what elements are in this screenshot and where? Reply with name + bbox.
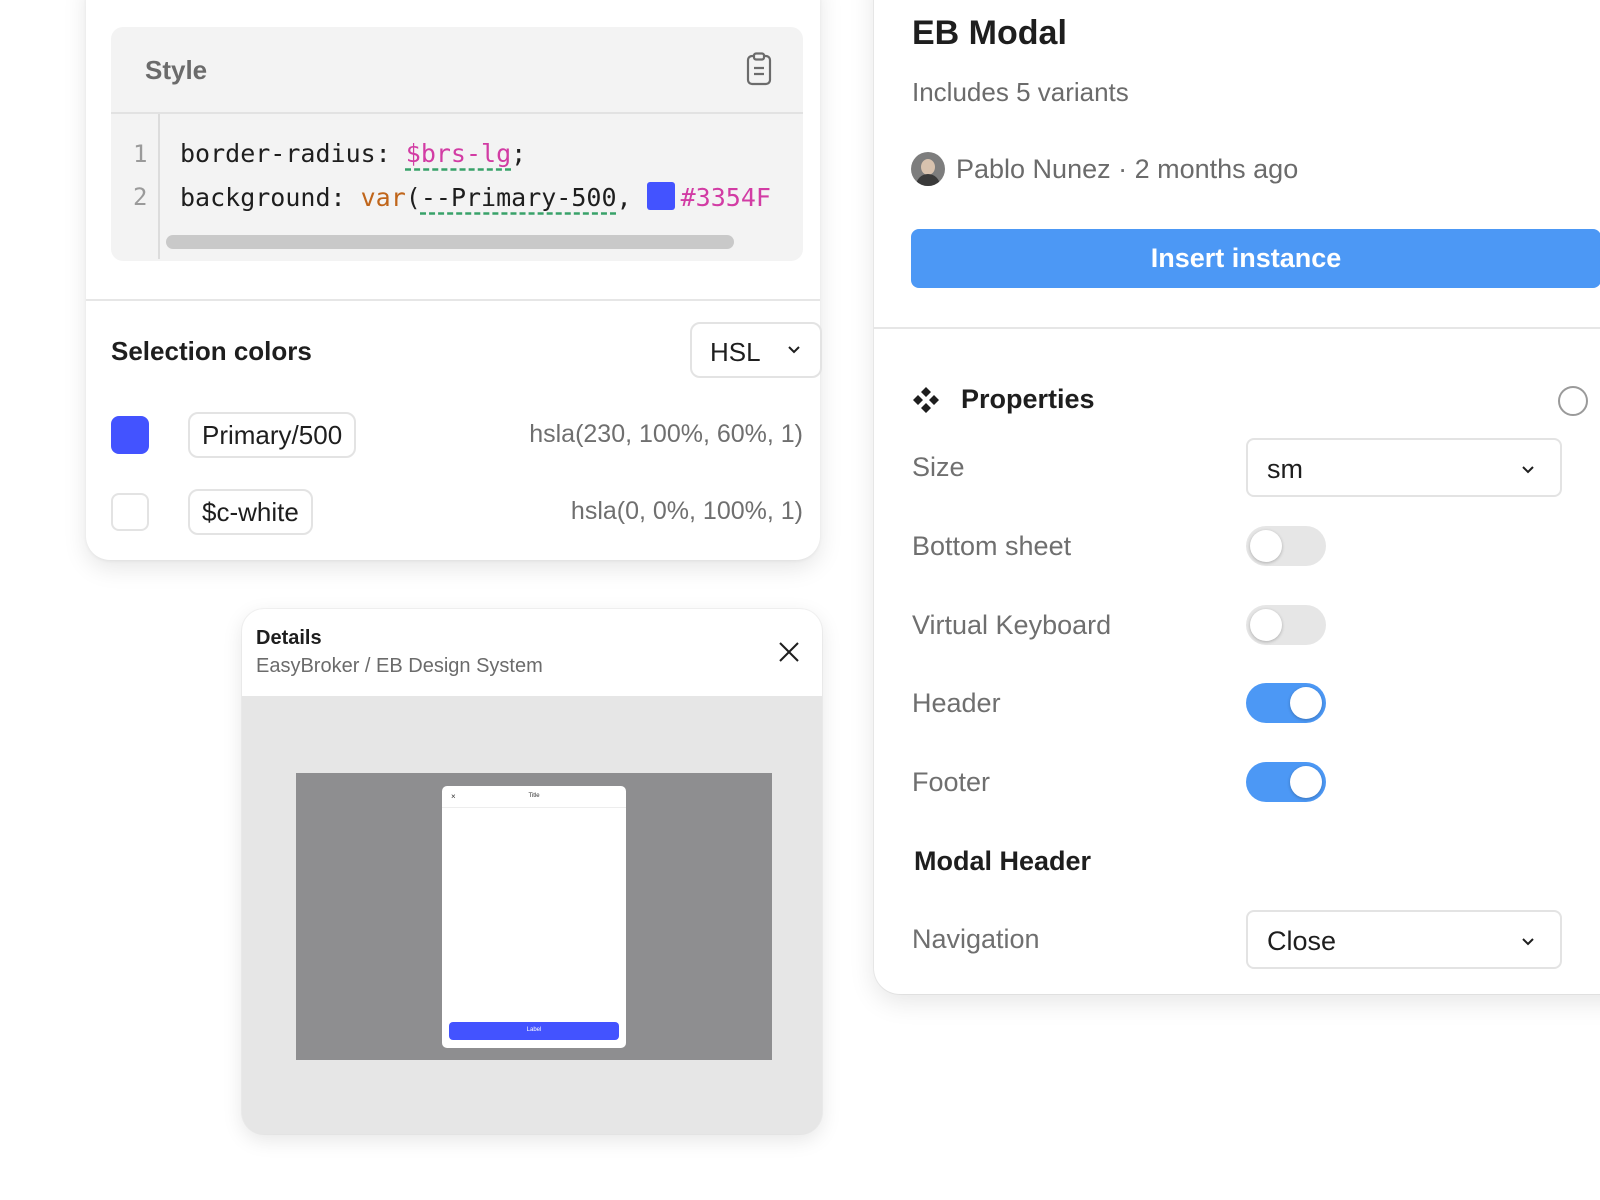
code-separator: : — [330, 183, 361, 212]
footer-toggle[interactable] — [1246, 762, 1326, 802]
preview-modal-header: × Title — [442, 786, 626, 808]
chevron-down-icon — [1522, 938, 1534, 946]
divider — [86, 299, 820, 301]
code-terminator: ; — [511, 139, 527, 168]
close-icon[interactable] — [778, 641, 800, 663]
style-header: Style — [111, 27, 803, 114]
insert-instance-button[interactable]: Insert instance — [911, 229, 1600, 288]
clipboard-icon[interactable] — [746, 52, 772, 86]
preview-modal-button: Label — [449, 1022, 619, 1040]
style-title: Style — [145, 55, 208, 85]
code-token-variable[interactable]: $brs-lg — [406, 139, 511, 168]
line-number: 1 — [133, 140, 148, 168]
component-variants-icon — [913, 387, 939, 413]
selection-color-row[interactable]: $c-white hsla(0, 0%, 100%, 1) — [111, 489, 803, 537]
virtual-keyboard-toggle[interactable] — [1246, 605, 1326, 645]
details-card: Details EasyBroker / EB Design System × … — [242, 609, 822, 1134]
code-function: var — [360, 183, 406, 212]
color-value: hsla(0, 0%, 100%, 1) — [570, 497, 803, 525]
line-number: 2 — [133, 183, 148, 211]
component-title: EB Modal — [912, 14, 1067, 52]
code-token-variable[interactable]: --Primary-500 — [421, 183, 617, 212]
color-format-select[interactable]: HSL — [690, 322, 822, 378]
preview-modal-title: Title — [528, 793, 540, 799]
color-token-chip[interactable]: $c-white — [188, 489, 313, 535]
code-hex-value: #3354F — [680, 183, 771, 212]
bottom-sheet-toggle[interactable] — [1246, 526, 1326, 566]
toggle-knob — [1250, 530, 1282, 562]
prop-label-footer: Footer — [912, 767, 991, 797]
selection-colors-title: Selection colors — [111, 336, 312, 366]
color-swatch[interactable] — [111, 416, 149, 454]
horizontal-scrollbar[interactable] — [166, 235, 734, 249]
toggle-knob — [1290, 687, 1322, 719]
avatar — [911, 152, 945, 186]
code-paren: ( — [405, 183, 421, 212]
properties-title: Properties — [961, 384, 1095, 414]
prop-label-virtual-keyboard: Virtual Keyboard — [912, 610, 1112, 640]
divider — [874, 327, 1600, 329]
toggle-knob — [1290, 766, 1322, 798]
code-property: border-radius — [180, 139, 376, 168]
prop-label-bottom-sheet: Bottom sheet — [912, 531, 1072, 561]
code-line-2: background: var(--Primary-500, #3354F — [180, 182, 771, 212]
preview-modal: × Title Label — [442, 786, 626, 1048]
code-property: background — [180, 183, 331, 212]
preview-button-label: Label — [526, 1027, 542, 1033]
toggle-knob — [1250, 609, 1282, 641]
component-panel: EB Modal Includes 5 variants Pablo Nunez… — [874, 0, 1600, 994]
color-value: hsla(230, 100%, 60%, 1) — [529, 420, 803, 448]
inline-color-swatch — [646, 182, 675, 210]
line-number-gutter: 1 2 — [111, 114, 160, 259]
details-title: Details — [256, 627, 322, 649]
insert-instance-label: Insert instance — [1150, 243, 1342, 273]
header-toggle[interactable] — [1246, 683, 1326, 723]
component-preview[interactable]: × Title Label — [296, 773, 772, 1060]
details-path: EasyBroker / EB Design System — [256, 655, 543, 677]
selection-color-row[interactable]: Primary/500 hsla(230, 100%, 60%, 1) — [111, 412, 803, 460]
color-format-value: HSL — [710, 337, 761, 367]
code-comma: , — [616, 183, 647, 212]
modal-header-section-title: Modal Header — [914, 846, 1092, 876]
style-code-block: Style 1 2 border-radius: $brs-lg; backgr… — [111, 27, 803, 261]
prop-label-navigation: Navigation — [912, 924, 1040, 954]
details-header: Details EasyBroker / EB Design System — [242, 609, 822, 696]
chevron-down-icon — [1522, 466, 1534, 474]
navigation-select-value: Close — [1267, 926, 1337, 956]
code-area[interactable]: 1 2 border-radius: $brs-lg; background: … — [111, 114, 803, 259]
color-token-chip[interactable]: Primary/500 — [188, 412, 357, 458]
code-line-1: border-radius: $brs-lg; — [180, 139, 526, 168]
author-meta: Pablo Nunez · 2 months ago — [956, 154, 1299, 184]
size-select-value: sm — [1267, 454, 1303, 484]
size-select[interactable]: sm — [1246, 438, 1562, 497]
prop-label-header: Header — [912, 688, 1001, 718]
chevron-down-icon — [788, 346, 800, 354]
prop-label-size: Size — [912, 452, 965, 482]
code-separator: : — [375, 139, 406, 168]
color-swatch[interactable] — [111, 493, 149, 531]
info-icon[interactable] — [1558, 386, 1588, 416]
component-subtitle: Includes 5 variants — [912, 77, 1129, 107]
navigation-select[interactable]: Close — [1246, 910, 1562, 969]
inspect-panel: Style 1 2 border-radius: $brs-lg; backgr… — [86, 0, 822, 560]
